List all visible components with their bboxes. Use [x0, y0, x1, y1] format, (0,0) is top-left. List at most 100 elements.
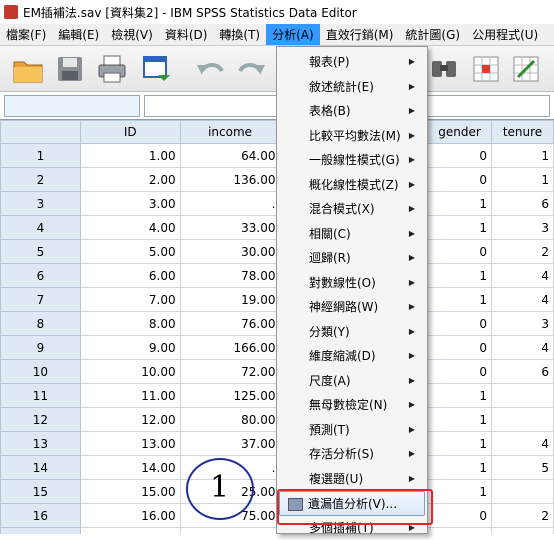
row-header[interactable]: 8: [1, 312, 81, 336]
menu-item[interactable]: 存活分析(S)▶: [277, 442, 427, 467]
cell-id[interactable]: 6.00: [80, 264, 180, 288]
cell-income[interactable]: .: [180, 192, 280, 216]
menu-item[interactable]: 複選題(U)▶: [277, 467, 427, 492]
menu-graphs[interactable]: 統計圖(G): [399, 24, 466, 45]
column-header-income[interactable]: income: [180, 121, 280, 144]
cell-id[interactable]: 16.00: [80, 504, 180, 528]
cell-id[interactable]: 8.00: [80, 312, 180, 336]
row-header[interactable]: 1: [1, 144, 81, 168]
column-header-gender[interactable]: gender: [428, 121, 492, 144]
cell-id[interactable]: 3.00: [80, 192, 180, 216]
cell-gender[interactable]: 0: [428, 240, 492, 264]
cell-tenure[interactable]: [492, 480, 554, 504]
row-header[interactable]: 16: [1, 504, 81, 528]
row-header[interactable]: 3: [1, 192, 81, 216]
cell-income[interactable]: 125.00: [180, 384, 280, 408]
print-icon[interactable]: [96, 53, 128, 85]
cell-id[interactable]: 15.00: [80, 480, 180, 504]
save-icon[interactable]: [54, 53, 86, 85]
cell-id[interactable]: 9.00: [80, 336, 180, 360]
cell-tenure[interactable]: 3: [492, 312, 554, 336]
cell-income[interactable]: 78.00: [180, 264, 280, 288]
cell-gender[interactable]: 1: [428, 192, 492, 216]
menu-edit[interactable]: 編輯(E): [52, 24, 105, 45]
menu-item[interactable]: 一般線性模式(G)▶: [277, 148, 427, 173]
cell-income[interactable]: 72.00: [180, 360, 280, 384]
cell-gender[interactable]: 0: [428, 312, 492, 336]
cell-gender[interactable]: 1: [428, 288, 492, 312]
cell-id[interactable]: 5.00: [80, 240, 180, 264]
cell-income[interactable]: 76.00: [180, 312, 280, 336]
undo-icon[interactable]: [194, 53, 226, 85]
cell-gender[interactable]: 1: [428, 408, 492, 432]
row-header[interactable]: 14: [1, 456, 81, 480]
grid-corner[interactable]: [1, 121, 81, 144]
menu-item[interactable]: 相關(C)▶: [277, 222, 427, 247]
menu-item[interactable]: 報表(P)▶: [277, 50, 427, 75]
cell-id[interactable]: 12.00: [80, 408, 180, 432]
column-header-id[interactable]: ID: [80, 121, 180, 144]
cell-gender[interactable]: 0: [428, 360, 492, 384]
cell-tenure[interactable]: 4: [492, 432, 554, 456]
menu-item[interactable]: 比較平均數法(M)▶: [277, 124, 427, 149]
row-header[interactable]: 11: [1, 384, 81, 408]
cell-gender[interactable]: 1: [428, 456, 492, 480]
cell-id[interactable]: 13.00: [80, 432, 180, 456]
menu-item[interactable]: 維度縮減(D)▶: [277, 344, 427, 369]
menu-analyze[interactable]: 分析(A): [266, 24, 320, 45]
cell-income[interactable]: 162.00: [180, 528, 280, 535]
menu-item[interactable]: 對數線性(O)▶: [277, 271, 427, 296]
open-folder-icon[interactable]: [12, 53, 44, 85]
cell-gender[interactable]: 0: [428, 168, 492, 192]
row-header[interactable]: 17: [1, 528, 81, 535]
menu-direct-marketing[interactable]: 直效行銷(M): [320, 24, 400, 45]
menu-transform[interactable]: 轉換(T): [213, 24, 266, 45]
cell-gender[interactable]: 1: [428, 264, 492, 288]
menu-item[interactable]: 概化線性模式(Z)▶: [277, 173, 427, 198]
menu-item[interactable]: 分類(Y)▶: [277, 320, 427, 345]
cell-income[interactable]: 166.00: [180, 336, 280, 360]
cell-tenure[interactable]: 2: [492, 504, 554, 528]
cell-id[interactable]: 14.00: [80, 456, 180, 480]
menu-utilities[interactable]: 公用程式(U): [466, 24, 544, 45]
menu-item[interactable]: 神經網路(W)▶: [277, 295, 427, 320]
menu-item[interactable]: 混合模式(X)▶: [277, 197, 427, 222]
menu-item[interactable]: 迴歸(R)▶: [277, 246, 427, 271]
cell-income[interactable]: 64.00: [180, 144, 280, 168]
menu-item[interactable]: 尺度(A)▶: [277, 369, 427, 394]
row-header[interactable]: 9: [1, 336, 81, 360]
menu-item[interactable]: 預測(T)▶: [277, 418, 427, 443]
row-header[interactable]: 15: [1, 480, 81, 504]
cell-tenure[interactable]: 5: [492, 456, 554, 480]
cell-gender[interactable]: 1: [428, 432, 492, 456]
cell-id[interactable]: 1.00: [80, 144, 180, 168]
cell-id[interactable]: 2.00: [80, 168, 180, 192]
cell-tenure[interactable]: 6: [492, 192, 554, 216]
dialog-recall-icon[interactable]: [140, 53, 172, 85]
cell-gender[interactable]: 0: [428, 504, 492, 528]
cell-tenure[interactable]: [492, 408, 554, 432]
cell-tenure[interactable]: 1: [492, 168, 554, 192]
cell-tenure[interactable]: [492, 384, 554, 408]
menu-file[interactable]: 檔案(F): [0, 24, 52, 45]
cell-gender[interactable]: 0: [428, 336, 492, 360]
cell-id[interactable]: 11.00: [80, 384, 180, 408]
cell-income[interactable]: 30.00: [180, 240, 280, 264]
row-header[interactable]: 12: [1, 408, 81, 432]
cell-gender[interactable]: 1: [428, 480, 492, 504]
cell-id[interactable]: 10.00: [80, 360, 180, 384]
redo-icon[interactable]: [236, 53, 268, 85]
cell-gender[interactable]: 1: [428, 384, 492, 408]
row-header[interactable]: 2: [1, 168, 81, 192]
split-file-icon[interactable]: [510, 53, 542, 85]
insert-cases-icon[interactable]: [470, 53, 502, 85]
menu-item[interactable]: 無母數檢定(N)▶: [277, 393, 427, 418]
row-header[interactable]: 4: [1, 216, 81, 240]
column-header-tenure[interactable]: tenure: [492, 121, 554, 144]
cell-id[interactable]: 7.00: [80, 288, 180, 312]
row-header[interactable]: 7: [1, 288, 81, 312]
row-header[interactable]: 5: [1, 240, 81, 264]
row-header[interactable]: 10: [1, 360, 81, 384]
menu-item[interactable]: 敘述統計(E)▶: [277, 75, 427, 100]
cell-tenure[interactable]: 3: [492, 216, 554, 240]
